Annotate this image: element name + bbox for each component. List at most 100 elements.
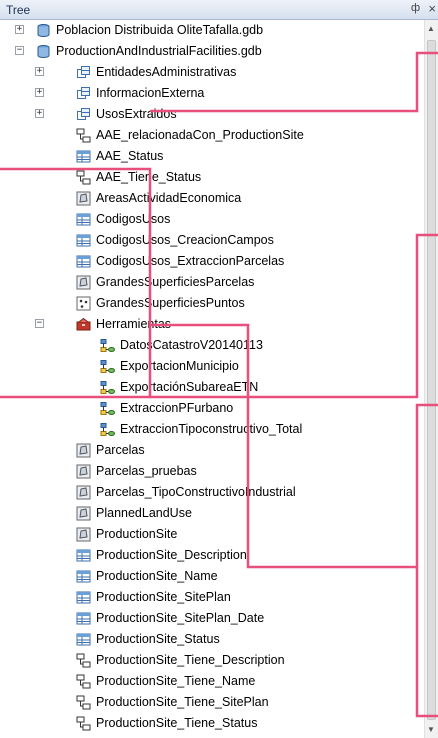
tree-item[interactable]: AAE_Tiene_Status: [0, 167, 424, 188]
tree-item[interactable]: ProductionSite_Name: [0, 566, 424, 587]
tree-item[interactable]: ProductionSite_SitePlan_Date: [0, 608, 424, 629]
tree-item[interactable]: ExtraccionTipoconstructivo_Total: [0, 419, 424, 440]
expand-icon[interactable]: +: [35, 67, 44, 76]
feature-dataset-icon: [76, 86, 91, 101]
tree-item-label: PlannedLandUse: [96, 506, 192, 520]
tree-item[interactable]: AAE_Status: [0, 146, 424, 167]
table-icon: [76, 233, 91, 248]
tree-item-label: Poblacion Distribuida OliteTafalla.gdb: [56, 23, 264, 37]
tree-item-label: AAE_Tiene_Status: [96, 170, 202, 184]
panel-title: Tree: [6, 3, 31, 17]
tree-item[interactable]: − Herramientas: [0, 314, 424, 335]
relationship-class-icon: [76, 653, 91, 668]
tree-item[interactable]: DatosCatastroV20140113: [0, 335, 424, 356]
tree-item-label: Herramientas: [96, 317, 172, 331]
tree-item-label: ProductionSite: [96, 527, 178, 541]
scroll-down-icon[interactable]: ▼: [427, 725, 435, 734]
tree-item[interactable]: GrandesSuperficiesParcelas: [0, 272, 424, 293]
tree-item-label: InformacionExterna: [96, 86, 205, 100]
tree-item-label: AAE_relacionadaCon_ProductionSite: [96, 128, 304, 142]
model-tool-icon: [100, 422, 115, 437]
tree-item-label: ProductionSite_Tiene_Status: [96, 716, 258, 730]
close-icon[interactable]: ×: [428, 1, 436, 16]
tree-item[interactable]: Parcelas: [0, 440, 424, 461]
tree-item-label: ProductionSite_Name: [96, 569, 218, 583]
tree-item[interactable]: + EntidadesAdministrativas: [0, 62, 424, 83]
tree-item[interactable]: PlannedLandUse: [0, 503, 424, 524]
tree-item-label: Parcelas: [96, 443, 145, 457]
table-icon: [76, 632, 91, 647]
tree-item-label: ExportaciónSubareaETN: [120, 380, 259, 394]
pin-icon[interactable]: ф: [411, 2, 420, 14]
relationship-class-icon: [76, 170, 91, 185]
tree-item-label: ExportacionMunicipio: [120, 359, 239, 373]
point-feature-class-icon: [76, 296, 91, 311]
table-icon: [76, 548, 91, 563]
tree-item-label: Parcelas_TipoConstructivoIndustrial: [96, 485, 296, 499]
table-icon: [76, 611, 91, 626]
table-icon: [76, 254, 91, 269]
tree-item-label: CodigosUsos_ExtraccionParcelas: [96, 254, 285, 268]
tree-item[interactable]: CodigosUsos: [0, 209, 424, 230]
tree-item-label: ExtraccionTipoconstructivo_Total: [120, 422, 303, 436]
tree-item[interactable]: ProductionSite_Tiene_SitePlan: [0, 692, 424, 713]
tree-item-label: ProductionSite_Tiene_SitePlan: [96, 695, 269, 709]
collapse-icon[interactable]: −: [35, 319, 44, 328]
expand-icon[interactable]: +: [15, 25, 24, 34]
polygon-feature-class-icon: [76, 275, 91, 290]
tree-item-label: GrandesSuperficiesPuntos: [96, 296, 245, 310]
scroll-up-icon[interactable]: ▲: [427, 24, 435, 33]
toolbox-icon: [76, 317, 91, 332]
relationship-class-icon: [76, 695, 91, 710]
tree-item[interactable]: − ProductionAndIndustrialFacilities.gdb: [0, 41, 424, 62]
polygon-feature-class-icon: [76, 506, 91, 521]
relationship-class-icon: [76, 674, 91, 689]
tree-item[interactable]: ExportaciónSubareaETN: [0, 377, 424, 398]
table-icon: [76, 590, 91, 605]
tree-item[interactable]: ExportacionMunicipio: [0, 356, 424, 377]
tree-item[interactable]: ProductionSite_Tiene_Name: [0, 671, 424, 692]
collapse-icon[interactable]: −: [15, 46, 24, 55]
polygon-feature-class-icon: [76, 527, 91, 542]
tree-item-label: ProductionSite_SitePlan_Date: [96, 611, 265, 625]
tree-item-label: ProductionAndIndustrialFacilities.gdb: [56, 44, 262, 58]
tree-item-label: ProductionSite_Tiene_Description: [96, 653, 285, 667]
expand-icon[interactable]: +: [35, 88, 44, 97]
table-icon: [76, 149, 91, 164]
relationship-class-icon: [76, 716, 91, 731]
tree-item[interactable]: ProductionSite_SitePlan: [0, 587, 424, 608]
polygon-feature-class-icon: [76, 191, 91, 206]
tree-item[interactable]: CodigosUsos_ExtraccionParcelas: [0, 251, 424, 272]
tree-item-label: UsosExtraidos: [96, 107, 177, 121]
tree-item[interactable]: ExtraccionPFurbano: [0, 398, 424, 419]
tree-item[interactable]: GrandesSuperficiesPuntos: [0, 293, 424, 314]
vertical-scrollbar[interactable]: ▲ ▼: [424, 20, 438, 738]
tree-item[interactable]: AreasActividadEconomica: [0, 188, 424, 209]
model-tool-icon: [100, 359, 115, 374]
polygon-feature-class-icon: [76, 485, 91, 500]
tree-item[interactable]: ProductionSite_Tiene_Description: [0, 650, 424, 671]
tree-item-label: EntidadesAdministrativas: [96, 65, 237, 79]
tree-item[interactable]: CodigosUsos_CreacionCampos: [0, 230, 424, 251]
tree-item[interactable]: Parcelas_TipoConstructivoIndustrial: [0, 482, 424, 503]
tree-item[interactable]: ProductionSite_Tiene_Status: [0, 713, 424, 734]
tree-item-label: ProductionSite_Tiene_Name: [96, 674, 256, 688]
tree-item[interactable]: + Poblacion Distribuida OliteTafalla.gdb: [0, 20, 424, 41]
model-tool-icon: [100, 338, 115, 353]
tree-item[interactable]: + InformacionExterna: [0, 83, 424, 104]
geodatabase-icon: [36, 23, 51, 38]
tree-item[interactable]: AAE_relacionadaCon_ProductionSite: [0, 125, 424, 146]
feature-dataset-icon: [76, 107, 91, 122]
model-tool-icon: [100, 380, 115, 395]
tree-item[interactable]: Parcelas_pruebas: [0, 461, 424, 482]
geodatabase-icon: [36, 44, 51, 59]
tree-item-label: AAE_Status: [96, 149, 164, 163]
tree-item[interactable]: ProductionSite_Status: [0, 629, 424, 650]
tree-item[interactable]: ProductionSite: [0, 524, 424, 545]
tree-item-label: CodigosUsos: [96, 212, 171, 226]
tree-item[interactable]: ProductionSite_Description: [0, 545, 424, 566]
tree-item[interactable]: + UsosExtraidos: [0, 104, 424, 125]
expand-icon[interactable]: +: [35, 109, 44, 118]
scroll-thumb[interactable]: [427, 40, 436, 720]
tree-item-label: DatosCatastroV20140113: [120, 338, 263, 352]
